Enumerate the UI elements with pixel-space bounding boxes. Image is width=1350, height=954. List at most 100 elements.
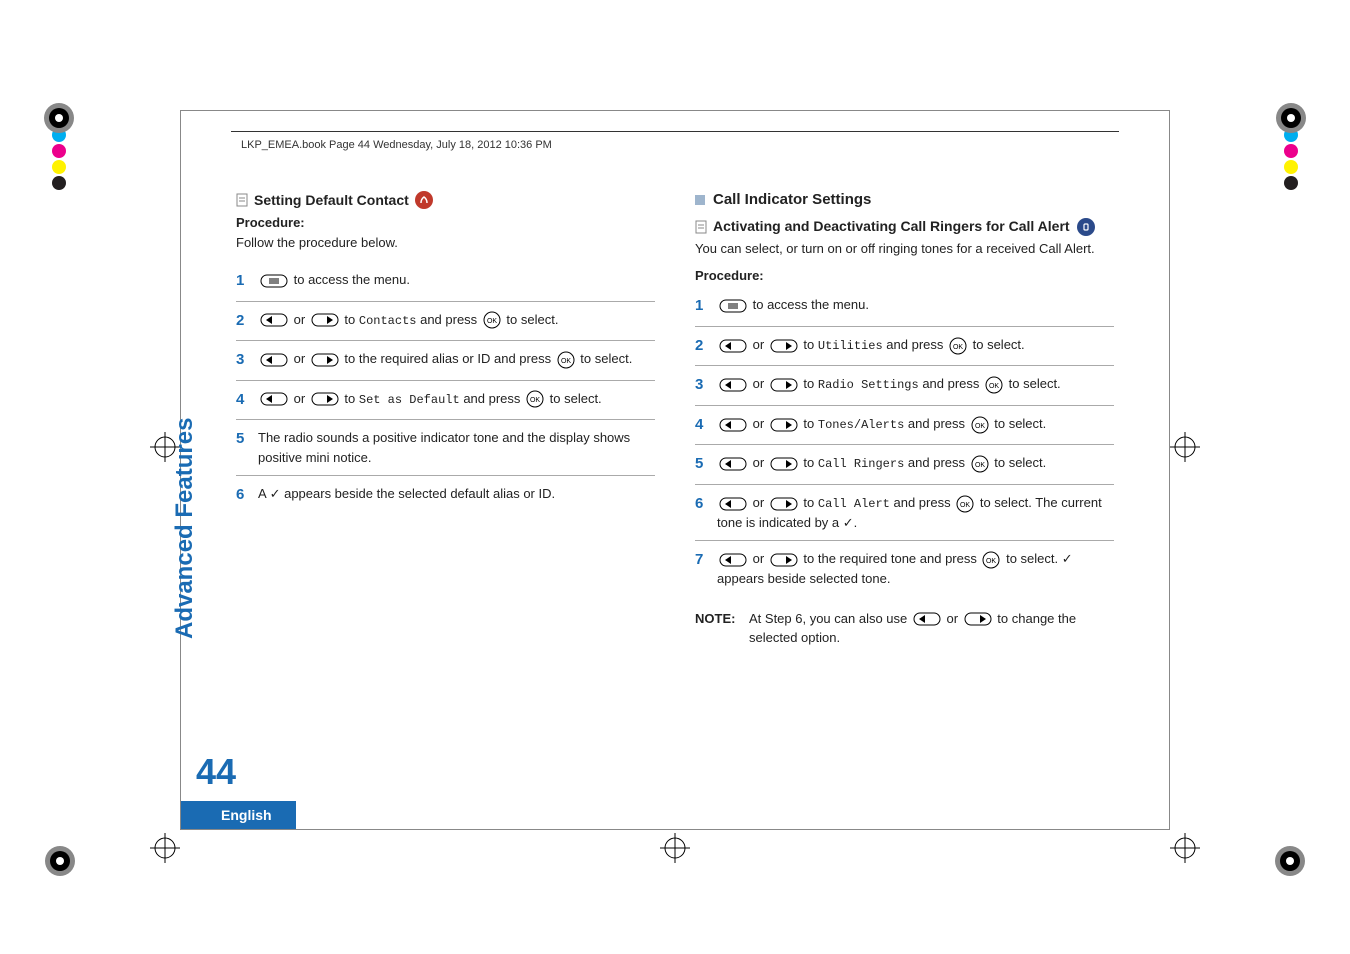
reg-mark [1170,432,1200,462]
menu-path-text: Set as Default [359,393,460,407]
header-text: LKP_EMEA.book Page 44 Wednesday, July 18… [241,139,552,151]
ok-button-icon: OK [971,455,989,473]
step-item: 7 or to the required tone and press OK t… [695,541,1114,596]
menu-path-text: Call Alert [818,497,890,511]
step-body: or to Contacts and press OK to select. [258,310,655,330]
ok-button-icon: OK [982,551,1000,569]
step-body: or to Utilities and press OK to select. [717,335,1114,355]
side-label: Advanced Features [171,418,199,639]
step-body: to access the menu. [717,295,1114,315]
left-button-icon [913,612,941,626]
right-button-icon [964,612,992,626]
note-body: At Step 6, you can also use or to change… [749,609,1114,648]
step-number: 3 [236,349,258,372]
left-button-icon [260,353,288,367]
svg-text:OK: OK [986,558,996,565]
svg-text:OK: OK [975,423,985,430]
step-number: 3 [695,374,717,397]
right-button-icon [770,457,798,471]
svg-text:OK: OK [561,358,571,365]
left-button-icon [719,418,747,432]
step-item: 6 or to Call Alert and press OK to selec… [695,485,1114,542]
doc-icon [236,193,248,207]
header-rule [231,131,1119,132]
step-body: or to the required alias or ID and press… [258,349,655,369]
step-body: or to Radio Settings and press OK to sel… [717,374,1114,394]
step-item: 3 or to Radio Settings and press OK to s… [695,366,1114,406]
right-button-icon [311,353,339,367]
reg-mark [150,833,180,863]
left-button-icon [719,339,747,353]
step-body: A ✓ appears beside the selected default … [258,484,655,504]
ok-button-icon: OK [985,376,1003,394]
left-button-icon [719,457,747,471]
alert-icon [1077,218,1095,236]
step-item: 4 or to Set as Default and press OK to s… [236,381,655,421]
step-number: 5 [236,428,258,451]
left-button-icon [260,313,288,327]
step-body: or to Call Ringers and press OK to selec… [717,453,1114,473]
left-button-icon [719,553,747,567]
step-item: 2 or to Utilities and press OK to select… [695,327,1114,367]
right-sub-title-text: Activating and Deactivating Call Ringers… [713,218,1070,234]
step-number: 1 [236,270,258,293]
right-button-icon [770,497,798,511]
page-number: 44 [196,751,236,793]
language-box: English [181,801,296,829]
note-label: NOTE: [695,609,749,648]
alert-icon [415,191,433,209]
right-intro: You can select, or turn on or off ringin… [695,240,1114,258]
step-body: The radio sounds a positive indicator to… [258,428,655,467]
left-button-icon [260,392,288,406]
svg-text:OK: OK [953,344,963,351]
ok-button-icon: OK [557,351,575,369]
corner-mark [1270,841,1310,884]
ok-button-icon: OK [971,416,989,434]
procedure-label: Procedure: [695,268,1114,283]
right-button-icon [770,418,798,432]
step-item: 6A ✓ appears beside the selected default… [236,476,655,515]
svg-text:OK: OK [960,502,970,509]
check-icon: ✓ [1062,551,1073,566]
menu-path-text: Contacts [359,314,417,328]
step-item: 3 or to the required alias or ID and pre… [236,341,655,381]
step-item: 5 or to Call Ringers and press OK to sel… [695,445,1114,485]
left-steps: 1 to access the menu.2 or to Contacts an… [236,262,655,515]
right-button-icon [311,313,339,327]
step-body: or to the required tone and press OK to … [717,549,1114,588]
right-button-icon [770,339,798,353]
reg-mark [660,833,690,863]
step-item: 2 or to Contacts and press OK to select. [236,302,655,342]
step-number: 6 [695,493,717,516]
menu-button-icon [260,274,288,288]
menu-path-text: Call Ringers [818,457,904,471]
step-body: to access the menu. [258,270,655,290]
step-number: 2 [695,335,717,358]
check-icon: ✓ [843,515,854,530]
right-steps: 1 to access the menu.2 or to Utilities a… [695,287,1114,596]
ok-button-icon: OK [949,337,967,355]
reg-mark [1170,833,1200,863]
ok-button-icon: OK [526,390,544,408]
ok-button-icon: OK [956,495,974,513]
step-number: 4 [236,389,258,412]
step-item: 1 to access the menu. [695,287,1114,327]
menu-button-icon [719,299,747,313]
left-button-icon [719,378,747,392]
step-body: or to Call Alert and press OK to select.… [717,493,1114,533]
svg-text:OK: OK [989,383,999,390]
right-sub-title: Activating and Deactivating Call Ringers… [695,218,1114,236]
step-body: or to Set as Default and press OK to sel… [258,389,655,409]
right-column: Call Indicator Settings Activating and D… [695,191,1114,749]
page-frame: LKP_EMEA.book Page 44 Wednesday, July 18… [180,110,1170,830]
svg-text:OK: OK [530,397,540,404]
step-number: 5 [695,453,717,476]
left-section-title: Setting Default Contact [236,191,655,209]
menu-path-text: Utilities [818,339,883,353]
step-number: 1 [695,295,717,318]
step-number: 6 [236,484,258,507]
right-button-icon [770,553,798,567]
step-number: 4 [695,414,717,437]
step-item: 1 to access the menu. [236,262,655,302]
right-main-title-text: Call Indicator Settings [713,191,871,208]
